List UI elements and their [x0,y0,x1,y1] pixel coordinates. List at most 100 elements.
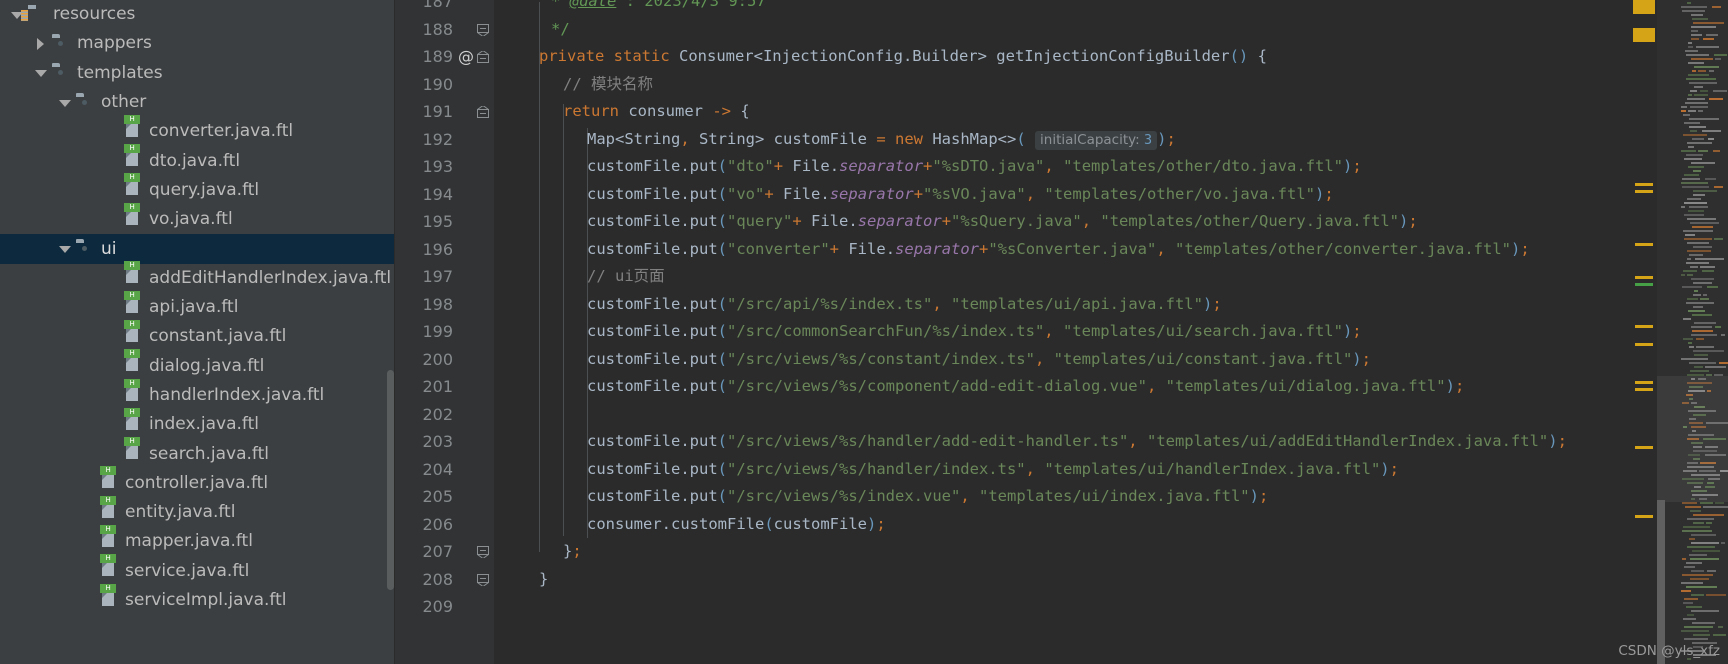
tree-row[interactable]: HhandlerIndex.java.ftl [0,378,395,410]
chevron-right-icon[interactable] [34,37,48,51]
line-number: 194 [422,184,453,204]
tree-row[interactable]: ui [0,234,395,264]
code-line[interactable]: 195 customFile.put("query"+ File.separato… [395,208,1728,236]
minimap-code-row [1690,578,1709,580]
code-line[interactable]: 205 customFile.put("/src/views/%s/index.v… [395,483,1728,511]
chevron-down-icon[interactable] [58,96,72,110]
code-line[interactable]: 201 customFile.put("/src/views/%s/compone… [395,373,1728,401]
minimap-viewport-highlight[interactable] [1657,376,1728,502]
minimap-code-row [1703,506,1728,508]
chevron-down-icon[interactable] [34,66,48,80]
code-line[interactable]: 208} [395,566,1728,594]
tree-row[interactable]: resources [0,0,395,29]
code-line[interactable]: 191 return consumer -> { [395,98,1728,126]
minimap-code-row [1707,570,1716,572]
fold-expanded-icon[interactable] [477,106,489,118]
code-line[interactable]: 207}; [395,538,1728,566]
tree-row[interactable]: mappers [0,29,395,58]
tree-row[interactable]: Hindex.java.ftl [0,407,395,439]
code-editor[interactable]: 187 * @date : 2023/4/3 9:57 188 */ 189 @ priva… [395,0,1728,664]
tree-row[interactable]: templates [0,59,395,88]
minimap-code-row [1691,34,1702,36]
minimap-code-row [1691,30,1698,32]
sidebar-scrollbar[interactable] [387,370,394,590]
stripe-marker-warning[interactable] [1635,388,1653,391]
stripe-marker-warning[interactable] [1635,515,1653,518]
code-line[interactable]: 196 customFile.put("converter"+ File.sepa… [395,236,1728,264]
tree-row[interactable]: Hmapper.java.ftl [0,524,395,556]
tree-row[interactable]: HaddEditHandlerIndex.java.ftl [0,261,395,293]
annotation-gutter-icon[interactable]: @ [457,43,475,71]
minimap-code-row [1694,366,1703,368]
minimap-code-row [1685,234,1695,236]
stripe-marker-warning[interactable] [1635,243,1653,246]
chevron-down-icon[interactable] [58,242,72,256]
code-line[interactable]: 193 customFile.put("dto"+ File.separator+… [395,153,1728,181]
tree-row[interactable]: Hconverter.java.ftl [0,114,395,146]
minimap-code-row [1686,54,1709,56]
line-number: 207 [422,542,453,561]
minimap-code-row [1691,542,1719,544]
code-line[interactable]: 189 @ private static Consumer<InjectionCon… [395,43,1728,71]
tree-row[interactable]: HserviceImpl.java.ftl [0,583,395,615]
code-line[interactable]: 206 consumer.customFile(customFile); [395,511,1728,539]
code-line[interactable]: 190 // 模块名称 [395,71,1728,99]
tree-item-label: index.java.ftl [149,414,260,435]
tree-row[interactable]: Hapi.java.ftl [0,290,395,322]
tree-row[interactable]: Hcontroller.java.ftl [0,466,395,498]
stripe-marker-warning[interactable] [1635,183,1653,186]
tree-row[interactable]: Hsearch.java.ftl [0,437,395,468]
stripe-marker-warning[interactable] [1633,28,1655,42]
ide-window: resources mappers templates other Hconverter… [0,0,1728,664]
fold-end-icon[interactable] [477,546,489,558]
tree-row[interactable]: Hdialog.java.ftl [0,349,395,381]
tree-row[interactable]: Hconstant.java.ftl [0,319,395,351]
code-text: customFile.put("/src/views/%s/handler/ad… [587,432,1567,450]
minimap-code-row [1703,294,1707,296]
fold-expanded-icon[interactable] [477,51,489,63]
code-line[interactable]: 192 Map<String, String> customFile = new … [395,126,1728,154]
code-line[interactable]: 204 customFile.put("/src/views/%s/handler… [395,456,1728,484]
code-line[interactable]: 188 */ [395,16,1728,44]
minimap-code-row [1689,82,1717,84]
code-line[interactable]: 203 customFile.put("/src/views/%s/handler… [395,428,1728,456]
code-text: customFile.put("query"+ File.separator+"… [587,212,1418,230]
fold-end-icon[interactable] [477,23,489,36]
code-line[interactable]: 202 [395,401,1728,429]
code-line[interactable]: 187 * @date : 2023/4/3 9:57 [395,0,1728,16]
stripe-marker-warning[interactable] [1633,0,1655,14]
code-minimap[interactable] [1657,0,1728,664]
minimap-code-row [1707,286,1718,288]
fold-end-icon[interactable] [477,573,489,586]
error-stripe-rail[interactable] [1631,0,1657,664]
tree-row[interactable]: Hservice.java.ftl [0,554,395,586]
minimap-code-row [1691,14,1703,16]
code-line[interactable]: 198 customFile.put("/src/api/%s/index.ts"… [395,291,1728,319]
code-line[interactable]: 200 customFile.put("/src/views/%s/constan… [395,346,1728,374]
minimap-code-row [1682,178,1700,180]
project-tree-sidebar[interactable]: resources mappers templates other Hconverter… [0,0,395,664]
tree-row[interactable]: Hvo.java.ftl [0,202,395,234]
folder-icon [52,66,70,82]
tree-item-label: query.java.ftl [149,179,260,200]
code-line[interactable]: 199 customFile.put("/src/commonSearchFun/… [395,318,1728,346]
stripe-marker-warning[interactable] [1635,325,1653,328]
stripe-marker-warning[interactable] [1635,381,1653,384]
tree-row[interactable]: Hdto.java.ftl [0,144,395,175]
stripe-marker-warning[interactable] [1635,190,1653,193]
stripe-marker-warning[interactable] [1635,343,1653,346]
stripe-marker-ok[interactable] [1635,283,1653,286]
tree-item-label: api.java.ftl [149,297,239,318]
minimap-code-row [1713,150,1720,152]
minimap-scroll-thumb[interactable] [1657,500,1665,664]
code-line[interactable]: 197 // ui页面 [395,263,1728,291]
tree-row[interactable]: Hquery.java.ftl [0,173,395,205]
tree-row[interactable]: Hentity.java.ftl [0,495,395,527]
stripe-marker-warning[interactable] [1635,446,1653,449]
stripe-marker-warning[interactable] [1635,276,1653,279]
code-line[interactable]: 209 [395,593,1728,621]
code-line[interactable]: 194 customFile.put("vo"+ File.separator+"… [395,181,1728,209]
tree-row[interactable]: other [0,88,395,117]
